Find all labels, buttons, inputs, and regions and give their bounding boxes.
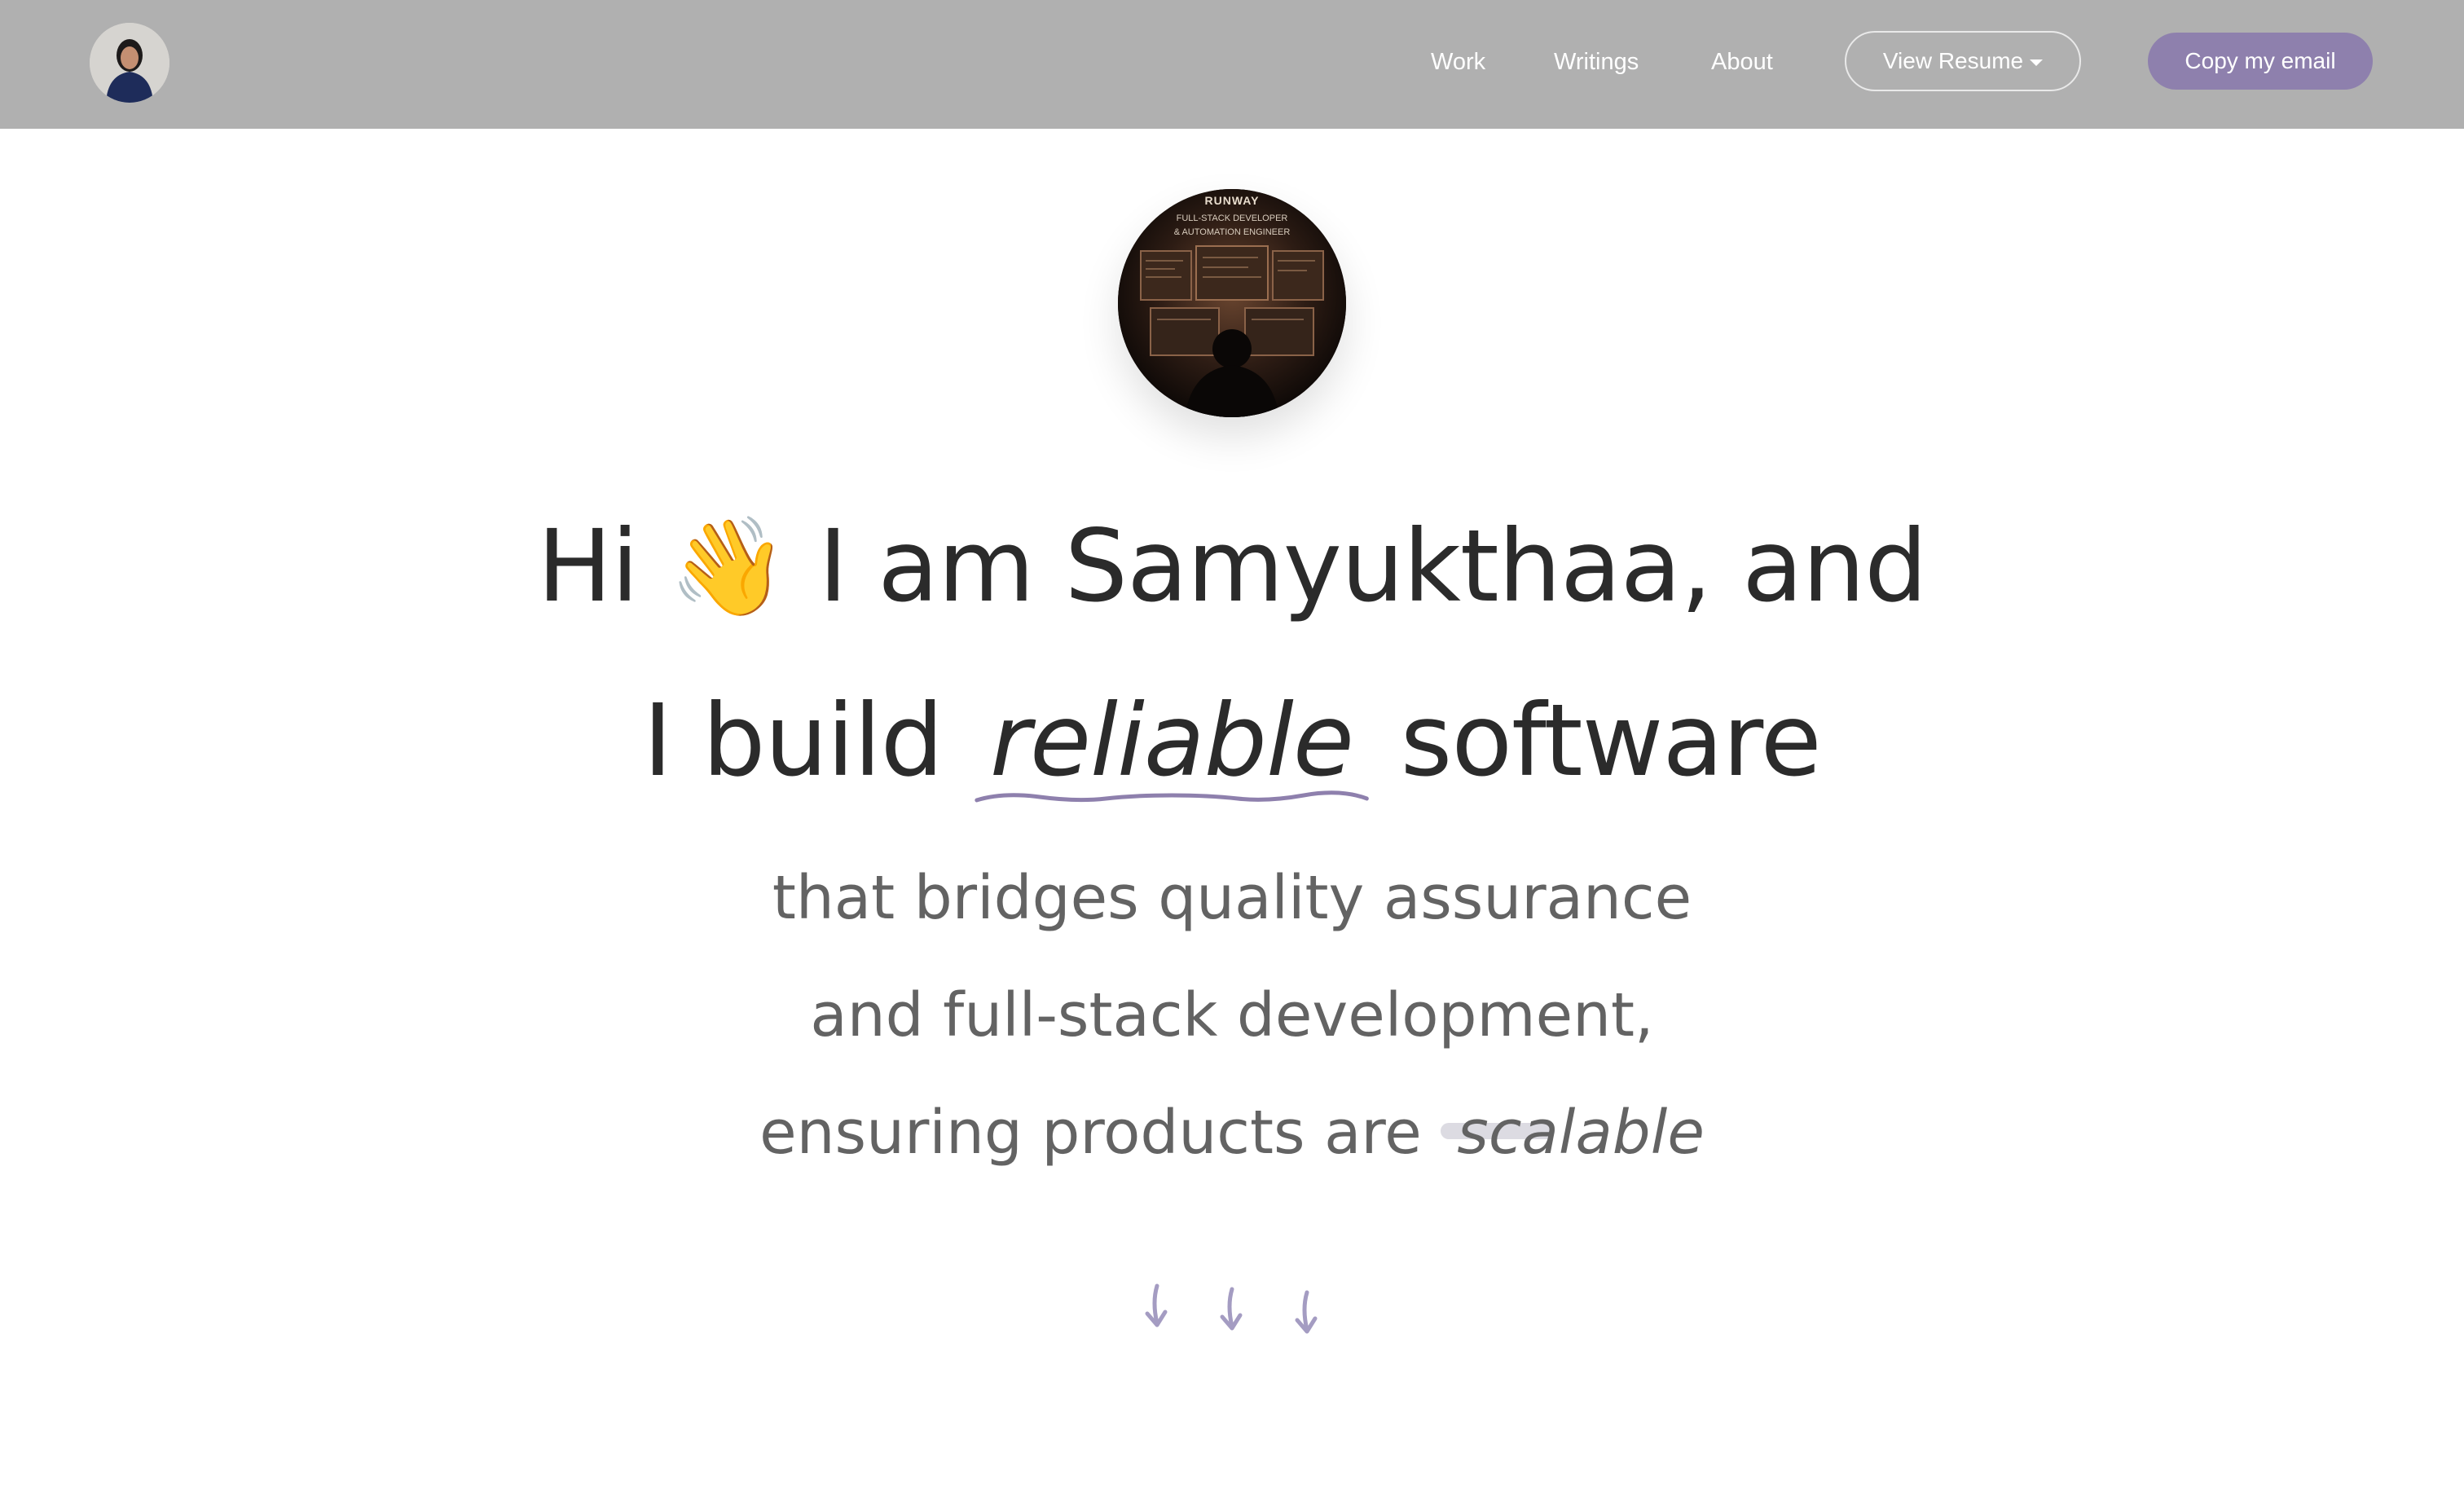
- subheading-ensuring-text: ensuring products are: [759, 1098, 1422, 1168]
- hero-image-subtitle: FULL-STACK DEVELOPER & AUTOMATION ENGINE…: [1118, 212, 1346, 240]
- nav-link-about[interactable]: About: [1711, 47, 1773, 77]
- subheading-line1: that bridges quality assurance: [772, 863, 1692, 933]
- profile-avatar[interactable]: [90, 23, 169, 103]
- headline-greeting: Hi: [537, 508, 639, 624]
- reliable-word: reliable: [989, 683, 1354, 799]
- nav-link-work[interactable]: Work: [1431, 47, 1485, 77]
- scalable-word: scalable: [1457, 1098, 1705, 1168]
- view-resume-label: View Resume: [1882, 48, 2024, 73]
- caret-down-icon: [2030, 59, 2044, 66]
- headline-line1: Hi 👋 I am Samyukthaa, and: [0, 507, 2464, 626]
- headline-software-text: software: [1400, 683, 1822, 799]
- wavy-underline-icon: [975, 790, 1369, 803]
- copy-email-button[interactable]: Copy my email: [2148, 33, 2373, 90]
- avatar-portrait-image: [90, 23, 169, 103]
- nav-link-writings[interactable]: Writings: [1554, 47, 1639, 77]
- hero-image-title: RUNWAY: [1204, 194, 1260, 207]
- navbar: Work Writings About View Resume Copy my …: [0, 0, 2464, 129]
- down-arrow-icon: [1145, 1283, 1168, 1327]
- headline-line2: I build reliable software: [0, 681, 2464, 803]
- hero-image-subtitle-line2: & AUTOMATION ENGINEER: [1173, 227, 1291, 237]
- subheading-line2: and full-stack development,: [810, 980, 1654, 1050]
- headline-intro: I am Samyukthaa, and: [818, 508, 1928, 624]
- copy-email-label: Copy my email: [2185, 48, 2336, 73]
- reliable-emphasis: reliable: [974, 681, 1370, 803]
- down-arrow-icon: [1295, 1290, 1318, 1334]
- scalable-emphasis: scalable: [1441, 1094, 1705, 1172]
- waving-hand-icon: 👋: [668, 510, 789, 623]
- subheading-line3: ensuring products are scalable: [0, 1094, 2464, 1172]
- view-resume-button[interactable]: View Resume: [1845, 31, 2081, 91]
- hero-image-subtitle-line1: FULL-STACK DEVELOPER: [1176, 213, 1288, 223]
- scroll-down-arrows[interactable]: [1136, 1278, 1340, 1351]
- headline-build-text: I build: [643, 683, 944, 799]
- down-arrow-icon: [1220, 1287, 1243, 1331]
- hero-image: RUNWAY FULL-STACK DEVELOPER & AUTOMATION…: [1118, 189, 1346, 417]
